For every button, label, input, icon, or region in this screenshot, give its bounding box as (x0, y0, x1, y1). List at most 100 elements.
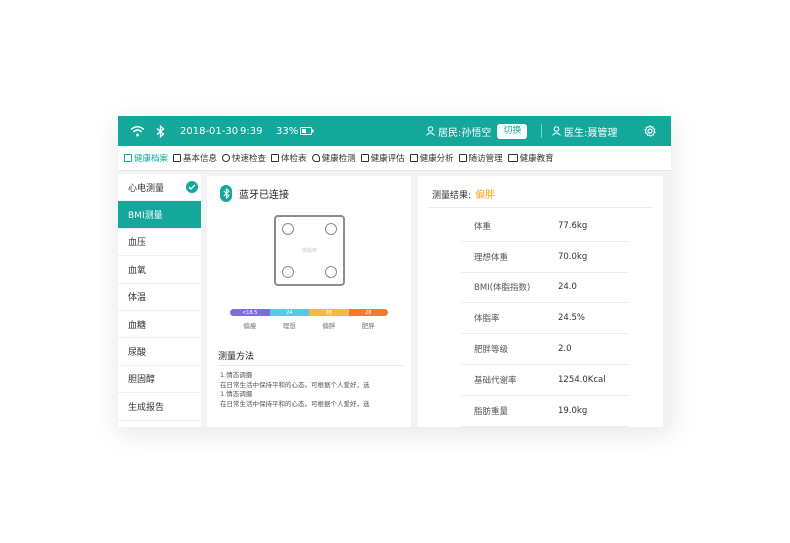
bmi-range-bar: <18.5 24 28 28 (230, 309, 388, 316)
nav-item-health-education[interactable]: 健康教育 (507, 152, 554, 164)
result-header: 测量结果: 偏胖 (432, 186, 495, 201)
body-scale-image: 体脂秤 (274, 215, 345, 286)
nav-label: 健康教育 (519, 154, 554, 164)
doctor-info: 医生: 聂管理 (552, 116, 617, 146)
sidebar-item-uric-acid[interactable]: 尿酸 (118, 338, 201, 366)
result-key: 脂肪重量 (474, 406, 509, 417)
doctor-name: 聂管理 (587, 127, 618, 139)
info-icon (173, 154, 182, 162)
nav-item-followup[interactable]: 随访管理 (458, 152, 503, 164)
resident-name: 孙悟空 (461, 127, 492, 139)
nav-item-health-detect[interactable]: 健康检测 (311, 152, 356, 164)
method-line: 在日常生活中保持平和的心态。可根据个人爱好，选 (220, 399, 370, 408)
result-table: 体重 77.6kg 理想体重 70.0kg BMI(体脂指数) 24.0 体脂率 24.… (461, 211, 629, 427)
sidebar-item-ecg[interactable]: 心电测量 (118, 174, 201, 202)
method-text: 1.情态调摄 在日常生活中保持平和的心态。可根据个人爱好，选 1.情态调摄 在日… (220, 371, 370, 409)
result-key: BMI(体脂指数) (474, 283, 531, 294)
result-row-value: 19.0kg (558, 405, 588, 416)
wifi-icon (130, 116, 145, 146)
result-row-value: 77.6kg (558, 220, 588, 231)
result-label: 测量结果: (432, 191, 472, 201)
sidebar-item-cholesterol[interactable]: 胆固醇 (118, 366, 201, 394)
sidebar-item-label: 体温 (128, 293, 147, 304)
status-bar: 2018-01-30 9:39 33% 居民: 孙悟空 切换 医生: 聂管理 (118, 116, 671, 146)
sidebar-item-blood-glucose[interactable]: 血糖 (118, 311, 201, 339)
assessment-icon (360, 154, 369, 162)
sidebar-item-blood-oxygen[interactable]: 血氧 (118, 256, 201, 284)
gear-icon[interactable] (644, 116, 656, 146)
result-key: 基础代谢率 (474, 375, 517, 386)
nav-item-health-archive[interactable]: 健康档案 (124, 152, 168, 164)
nav-bar: 健康档案 基本信息 快速检查 体检表 健康检测 健康评估 健康分析 随访管理 健… (118, 146, 671, 171)
result-row: 体重 77.6kg (461, 211, 629, 242)
doctor-label: 医生: (564, 127, 588, 139)
method-line: 1.情态调摄 (220, 390, 253, 398)
nav-label: 体检表 (281, 154, 307, 164)
sidebar-item-temperature[interactable]: 体温 (118, 284, 201, 311)
result-row-value: 24.0 (558, 282, 577, 293)
nav-item-basic-info[interactable]: 基本信息 (173, 152, 217, 164)
result-key: 体脂率 (474, 314, 500, 325)
divider (218, 365, 403, 366)
bmi-label: 偏胖 (322, 322, 336, 330)
sidebar-item-label: 血糖 (128, 320, 147, 331)
bmi-label: 理想 (282, 322, 296, 330)
result-key: 肥胖等级 (474, 345, 509, 356)
time-text: 9:39 (240, 125, 263, 137)
bluetooth-icon (220, 185, 232, 202)
switch-resident-button[interactable]: 切换 (497, 123, 528, 139)
sidebar-item-label: 血压 (128, 238, 147, 249)
nav-label: 健康档案 (134, 154, 169, 164)
nav-item-exam-form[interactable]: 体检表 (271, 152, 307, 164)
bmi-range-labels: 偏瘦 理想 偏胖 肥胖 (230, 320, 388, 330)
bluetooth-icon (156, 116, 165, 146)
date-text: 2018-01-30 (180, 125, 239, 137)
scale-foot (325, 266, 337, 278)
result-key: 理想体重 (474, 252, 509, 263)
archive-icon (124, 154, 132, 162)
scale-foot (325, 223, 337, 235)
nav-label: 快速检查 (232, 154, 267, 164)
bmi-segment-obese: 28 (348, 309, 388, 316)
nav-label: 健康检测 (321, 154, 356, 164)
result-row: 肥胖等级 2.0 (461, 334, 629, 365)
nav-label: 健康评估 (370, 154, 405, 164)
bmi-label: 肥胖 (361, 322, 375, 330)
result-row: 基础代谢率 1254.0Kcal (461, 365, 629, 396)
result-row: 体脂率 24.5% (461, 303, 629, 335)
sidebar-item-bmi[interactable]: BMI测量 (118, 201, 201, 229)
nav-label: 基本信息 (183, 154, 218, 164)
result-row: 脂肪重量 19.0kg (461, 396, 629, 427)
result-value: 偏胖 (475, 190, 496, 201)
battery-text: 33% (276, 125, 299, 137)
video-icon (507, 154, 518, 162)
device-panel: 蓝牙已连接 体脂秤 <18.5 24 28 28 偏瘦 理想 偏胖 肥胖 测量方… (207, 176, 411, 427)
sidebar-item-blood-pressure[interactable]: 血压 (118, 229, 201, 257)
nav-item-quick-check[interactable]: 快速检查 (222, 152, 266, 164)
method-line: 在日常生活中保持平和的心态。可根据个人爱好，选 (220, 380, 370, 389)
result-row-value: 2.0 (558, 344, 572, 355)
heart-icon (311, 154, 320, 162)
result-row-value: 70.0kg (558, 251, 588, 262)
result-panel: 测量结果: 偏胖 体重 77.6kg 理想体重 70.0kg BMI(体脂指数) 24.… (418, 176, 663, 427)
resident-info: 居民: 孙悟空 切换 (426, 116, 528, 146)
bluetooth-status: 蓝牙已连接 (220, 185, 289, 202)
bluetooth-status-text: 蓝牙已连接 (239, 190, 289, 201)
sidebar: 心电测量 BMI测量 血压 血氧 体温 血糖 尿酸 胆固醇 生成报告 (118, 174, 201, 427)
check-icon (186, 181, 198, 193)
nav-label: 随访管理 (468, 154, 503, 164)
nav-item-health-analysis[interactable]: 健康分析 (409, 152, 454, 164)
nav-item-health-assessment[interactable]: 健康评估 (360, 152, 405, 164)
result-row: 理想体重 70.0kg (461, 242, 629, 273)
divider (428, 207, 653, 208)
sidebar-item-generate-report[interactable]: 生成报告 (118, 393, 201, 421)
sidebar-item-label: BMI测量 (128, 211, 163, 222)
scale-label: 体脂秤 (301, 248, 317, 254)
sidebar-item-label: 血氧 (128, 265, 147, 276)
battery-icon (300, 116, 314, 146)
bmi-segment-ideal: 24 (269, 309, 309, 316)
sidebar-item-label: 尿酸 (128, 348, 147, 359)
followup-icon (458, 154, 467, 162)
result-row-value: 1254.0Kcal (558, 374, 606, 385)
method-title: 测量方法 (218, 352, 255, 362)
